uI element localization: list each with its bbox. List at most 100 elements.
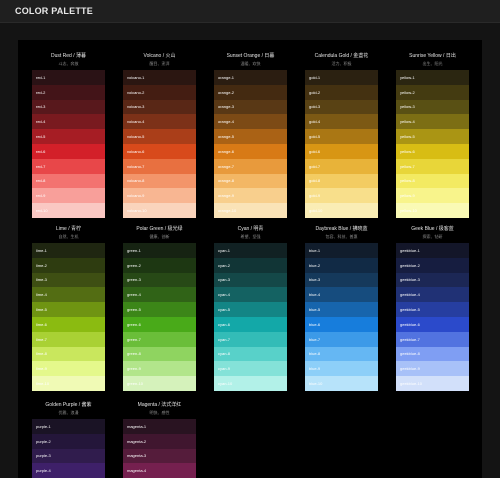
color-swatch[interactable]: volcano-5 — [123, 129, 196, 144]
color-swatch[interactable]: orange-6 — [214, 143, 287, 159]
color-swatch[interactable]: green-6 — [123, 316, 196, 332]
color-swatch[interactable]: orange-1 — [214, 70, 287, 85]
color-swatch[interactable]: geekblue-10 — [396, 376, 469, 391]
color-swatch[interactable]: blue-1 — [305, 243, 378, 258]
color-swatch[interactable]: geekblue-4 — [396, 287, 469, 303]
color-swatch[interactable]: volcano-10 — [123, 203, 196, 218]
color-swatch[interactable]: volcano-9 — [123, 188, 196, 204]
color-swatch[interactable]: yellow-2 — [396, 84, 469, 100]
color-swatch[interactable]: cyan-5 — [214, 302, 287, 317]
color-swatch[interactable]: blue-7 — [305, 331, 378, 347]
color-swatch[interactable]: geekblue-3 — [396, 272, 469, 288]
color-swatch[interactable]: yellow-5 — [396, 129, 469, 144]
color-swatch[interactable]: red-4 — [32, 114, 105, 130]
color-swatch[interactable]: cyan-3 — [214, 272, 287, 288]
color-swatch[interactable]: purple-1 — [32, 419, 105, 434]
color-swatch[interactable]: geekblue-7 — [396, 331, 469, 347]
color-swatch[interactable]: orange-3 — [214, 99, 287, 115]
color-swatch[interactable]: cyan-8 — [214, 346, 287, 362]
color-swatch[interactable]: blue-3 — [305, 272, 378, 288]
color-swatch[interactable]: orange-5 — [214, 129, 287, 144]
color-swatch[interactable]: green-1 — [123, 243, 196, 258]
color-swatch[interactable]: cyan-7 — [214, 331, 287, 347]
color-swatch[interactable]: orange-8 — [214, 173, 287, 189]
color-swatch[interactable]: yellow-4 — [396, 114, 469, 130]
color-swatch[interactable]: red-1 — [32, 70, 105, 85]
color-swatch[interactable]: volcano-3 — [123, 99, 196, 115]
color-swatch[interactable]: gold-4 — [305, 114, 378, 130]
color-swatch[interactable]: orange-10 — [214, 203, 287, 218]
color-swatch[interactable]: green-3 — [123, 272, 196, 288]
color-swatch[interactable]: lime-9 — [32, 361, 105, 377]
color-swatch[interactable]: green-2 — [123, 257, 196, 273]
color-swatch[interactable]: orange-4 — [214, 114, 287, 130]
color-swatch[interactable]: geekblue-9 — [396, 361, 469, 377]
color-swatch[interactable]: magenta-2 — [123, 433, 196, 449]
color-swatch[interactable]: gold-3 — [305, 99, 378, 115]
color-swatch[interactable]: cyan-1 — [214, 243, 287, 258]
color-swatch[interactable]: gold-2 — [305, 84, 378, 100]
color-swatch[interactable]: volcano-8 — [123, 173, 196, 189]
color-swatch[interactable]: gold-5 — [305, 129, 378, 144]
color-swatch[interactable]: purple-3 — [32, 448, 105, 464]
color-swatch[interactable]: gold-8 — [305, 173, 378, 189]
color-swatch[interactable]: lime-3 — [32, 272, 105, 288]
color-swatch[interactable]: blue-2 — [305, 257, 378, 273]
color-swatch[interactable]: gold-9 — [305, 188, 378, 204]
color-swatch[interactable]: yellow-10 — [396, 203, 469, 218]
color-swatch[interactable]: lime-6 — [32, 316, 105, 332]
color-swatch[interactable]: lime-8 — [32, 346, 105, 362]
color-swatch[interactable]: yellow-9 — [396, 188, 469, 204]
color-swatch[interactable]: geekblue-2 — [396, 257, 469, 273]
color-swatch[interactable]: volcano-6 — [123, 143, 196, 159]
color-swatch[interactable]: red-2 — [32, 84, 105, 100]
color-swatch[interactable]: red-3 — [32, 99, 105, 115]
color-swatch[interactable]: orange-7 — [214, 158, 287, 174]
color-swatch[interactable]: lime-10 — [32, 376, 105, 391]
color-swatch[interactable]: volcano-1 — [123, 70, 196, 85]
color-swatch[interactable]: gold-6 — [305, 143, 378, 159]
color-swatch[interactable]: geekblue-1 — [396, 243, 469, 258]
color-swatch[interactable]: volcano-7 — [123, 158, 196, 174]
color-swatch[interactable]: lime-4 — [32, 287, 105, 303]
color-swatch[interactable]: cyan-4 — [214, 287, 287, 303]
color-swatch[interactable]: geekblue-8 — [396, 346, 469, 362]
color-swatch[interactable]: magenta-4 — [123, 463, 196, 478]
color-swatch[interactable]: green-10 — [123, 376, 196, 391]
color-swatch[interactable]: lime-7 — [32, 331, 105, 347]
color-swatch[interactable]: yellow-8 — [396, 173, 469, 189]
color-swatch[interactable]: blue-4 — [305, 287, 378, 303]
color-swatch[interactable]: cyan-2 — [214, 257, 287, 273]
color-swatch[interactable]: cyan-6 — [214, 316, 287, 332]
color-swatch[interactable]: volcano-2 — [123, 84, 196, 100]
color-swatch[interactable]: blue-6 — [305, 316, 378, 332]
color-swatch[interactable]: lime-1 — [32, 243, 105, 258]
color-swatch[interactable]: green-4 — [123, 287, 196, 303]
color-swatch[interactable]: red-9 — [32, 188, 105, 204]
color-swatch[interactable]: cyan-9 — [214, 361, 287, 377]
color-swatch[interactable]: red-5 — [32, 129, 105, 144]
color-swatch[interactable]: magenta-3 — [123, 448, 196, 464]
color-swatch[interactable]: lime-5 — [32, 302, 105, 317]
color-swatch[interactable]: green-7 — [123, 331, 196, 347]
color-swatch[interactable]: purple-4 — [32, 463, 105, 478]
color-swatch[interactable]: magenta-1 — [123, 419, 196, 434]
color-swatch[interactable]: geekblue-5 — [396, 302, 469, 317]
color-swatch[interactable]: yellow-1 — [396, 70, 469, 85]
color-swatch[interactable]: lime-2 — [32, 257, 105, 273]
color-swatch[interactable]: green-5 — [123, 302, 196, 317]
color-swatch[interactable]: blue-10 — [305, 376, 378, 391]
color-swatch[interactable]: yellow-3 — [396, 99, 469, 115]
color-swatch[interactable]: orange-2 — [214, 84, 287, 100]
color-swatch[interactable]: volcano-4 — [123, 114, 196, 130]
color-swatch[interactable]: gold-7 — [305, 158, 378, 174]
color-swatch[interactable]: yellow-7 — [396, 158, 469, 174]
color-swatch[interactable]: red-8 — [32, 173, 105, 189]
color-swatch[interactable]: blue-9 — [305, 361, 378, 377]
color-swatch[interactable]: red-7 — [32, 158, 105, 174]
color-swatch[interactable]: orange-9 — [214, 188, 287, 204]
color-swatch[interactable]: gold-10 — [305, 203, 378, 218]
color-swatch[interactable]: purple-2 — [32, 433, 105, 449]
color-swatch[interactable]: red-6 — [32, 143, 105, 159]
color-swatch[interactable]: green-9 — [123, 361, 196, 377]
